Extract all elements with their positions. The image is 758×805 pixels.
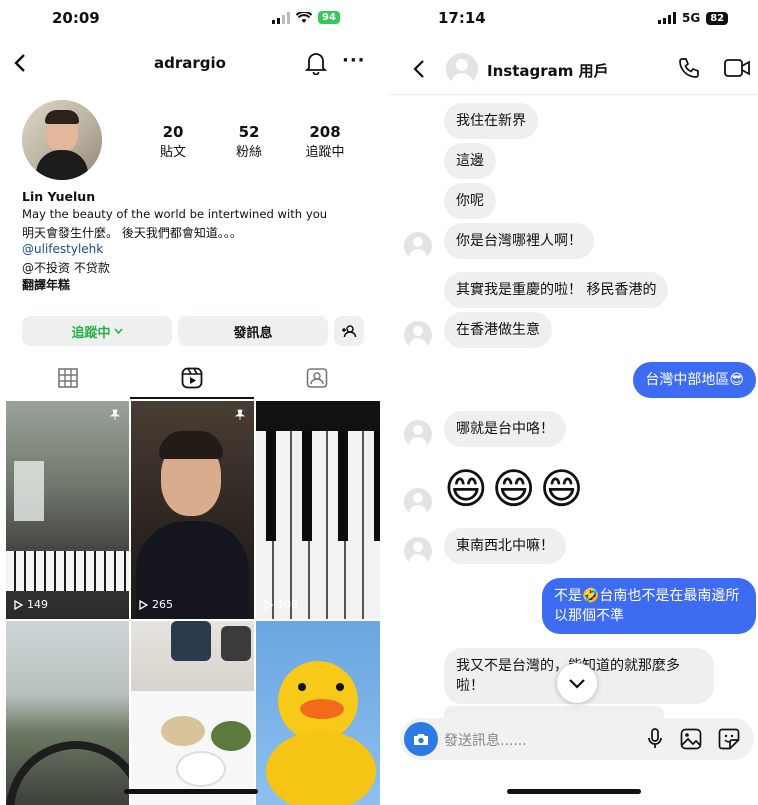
gallery-icon[interactable]	[680, 728, 702, 750]
microphone-icon[interactable]	[648, 728, 662, 750]
status-time: 17:14	[438, 9, 486, 27]
sticker-icon[interactable]	[718, 728, 740, 750]
reel-thumb-selfie[interactable]: 265	[131, 401, 254, 619]
message-sent[interactable]: 台灣中部地區😎	[633, 362, 756, 398]
play-icon	[139, 599, 148, 610]
video-call-icon[interactable]	[724, 58, 750, 78]
message-received[interactable]: 哪就是台中咯！	[444, 411, 566, 447]
message-sent[interactable]: 不是🤣台南也不是在最南邊所以那個不準	[542, 578, 756, 634]
sender-avatar[interactable]	[404, 420, 432, 448]
stat-following-value: 208	[309, 123, 341, 141]
more-options-icon[interactable]: ···	[342, 50, 366, 71]
reel-views: 149	[14, 598, 48, 611]
reel-thumb-piano-keys[interactable]: 108	[256, 401, 380, 619]
signal-icon	[658, 12, 676, 24]
reel-thumb-road[interactable]	[6, 621, 129, 805]
bio-line-4: @不投资 不贷款	[22, 261, 110, 275]
header-divider	[390, 94, 758, 95]
home-indicator	[124, 789, 258, 794]
bio-link[interactable]: @ulifestylehk	[22, 242, 103, 256]
message-input[interactable]: 發送訊息......	[444, 730, 527, 750]
pin-icon	[234, 409, 246, 420]
phone-icon[interactable]	[678, 57, 700, 79]
reel-views-count: 108	[277, 598, 298, 611]
chevron-down-icon	[569, 678, 585, 689]
sender-avatar[interactable]	[404, 537, 432, 565]
stat-following[interactable]: 208 追蹤中	[296, 123, 354, 160]
stat-followers-value: 52	[238, 123, 260, 141]
message-received[interactable]: 這邊	[444, 143, 496, 179]
bell-icon[interactable]	[305, 51, 327, 75]
add-user-button[interactable]	[334, 316, 364, 346]
camera-button[interactable]	[404, 722, 438, 756]
play-icon	[14, 599, 23, 610]
bio-line-2: 明天會發生什麼。 後天我們都會知道。。。	[22, 226, 242, 240]
profile-name: Lin Yuelun	[22, 189, 96, 204]
reels-tab-icon[interactable]	[181, 367, 203, 389]
tagged-tab-icon[interactable]	[306, 367, 328, 389]
message-button-label: 發訊息	[233, 325, 273, 341]
message-received[interactable]: 我住在新界	[444, 103, 538, 139]
play-icon	[264, 599, 273, 610]
sender-avatar[interactable]	[404, 321, 432, 349]
battery-indicator: 94	[318, 11, 340, 24]
active-tab-indicator	[130, 397, 254, 399]
stat-followers[interactable]: 52 粉絲	[224, 123, 274, 160]
reel-thumb-rubber-duck[interactable]	[256, 621, 380, 805]
back-icon[interactable]	[412, 58, 426, 80]
chevron-down-icon	[113, 328, 123, 334]
add-person-icon	[342, 324, 357, 337]
reel-views: 108	[264, 598, 298, 611]
message-received[interactable]: 東南西北中嘛！	[444, 528, 566, 564]
message-emoji[interactable]: 😄😄😄	[444, 463, 587, 515]
scroll-down-button[interactable]	[557, 663, 597, 703]
stat-posts[interactable]: 20 貼文	[148, 123, 198, 160]
battery-indicator: 82	[706, 11, 729, 25]
translate-link[interactable]: 翻譯年糕	[22, 276, 70, 293]
stat-following-label: 追蹤中	[305, 145, 345, 160]
chat-screen: 17:14 5G 82 Instagram 用戶 我住在新界 這邊 你呢 你是台…	[390, 0, 758, 805]
sender-avatar[interactable]	[404, 232, 432, 260]
network-label: 5G	[682, 11, 701, 25]
grid-tab-icon[interactable]	[58, 368, 78, 388]
following-button-label: 追蹤中	[71, 325, 111, 341]
chat-avatar[interactable]	[446, 53, 478, 85]
status-bar: 20:09 94	[0, 0, 380, 36]
status-bar: 17:14 5G 82	[390, 0, 758, 36]
status-time: 20:09	[52, 9, 100, 27]
home-indicator	[507, 789, 641, 794]
reel-views: 265	[139, 598, 173, 611]
following-button[interactable]: 追蹤中	[22, 316, 172, 346]
pin-icon	[109, 409, 121, 420]
camera-icon	[414, 733, 428, 745]
message-composer: 發送訊息......	[400, 718, 754, 760]
wifi-icon	[296, 11, 312, 23]
message-received[interactable]: 你呢	[444, 183, 496, 219]
bio-line-1: May the beauty of the world be intertwin…	[22, 207, 328, 221]
stat-followers-label: 粉絲	[235, 145, 262, 160]
message-button[interactable]: 發訊息	[178, 316, 328, 346]
reel-views-count: 265	[152, 598, 173, 611]
profile-screen: 20:09 94 adrargio ··· 20 貼文 52 粉絲 208 追蹤…	[0, 0, 380, 805]
stat-posts-value: 20	[162, 123, 184, 141]
message-received[interactable]: 其實我是重慶的啦！ 移民香港的	[444, 272, 669, 308]
stat-posts-label: 貼文	[159, 145, 186, 160]
reel-views-count: 149	[27, 598, 48, 611]
reel-thumb-meal[interactable]	[131, 621, 254, 805]
message-received[interactable]: 在香港做生意	[444, 312, 552, 348]
reel-thumb-piano-room[interactable]: 149	[6, 401, 129, 619]
signal-icon	[272, 11, 290, 24]
message-received[interactable]: 你是台灣哪裡人啊！	[444, 223, 594, 259]
profile-avatar[interactable]	[22, 100, 102, 180]
sender-avatar[interactable]	[404, 488, 432, 516]
chat-title[interactable]: Instagram 用戶	[487, 60, 609, 81]
